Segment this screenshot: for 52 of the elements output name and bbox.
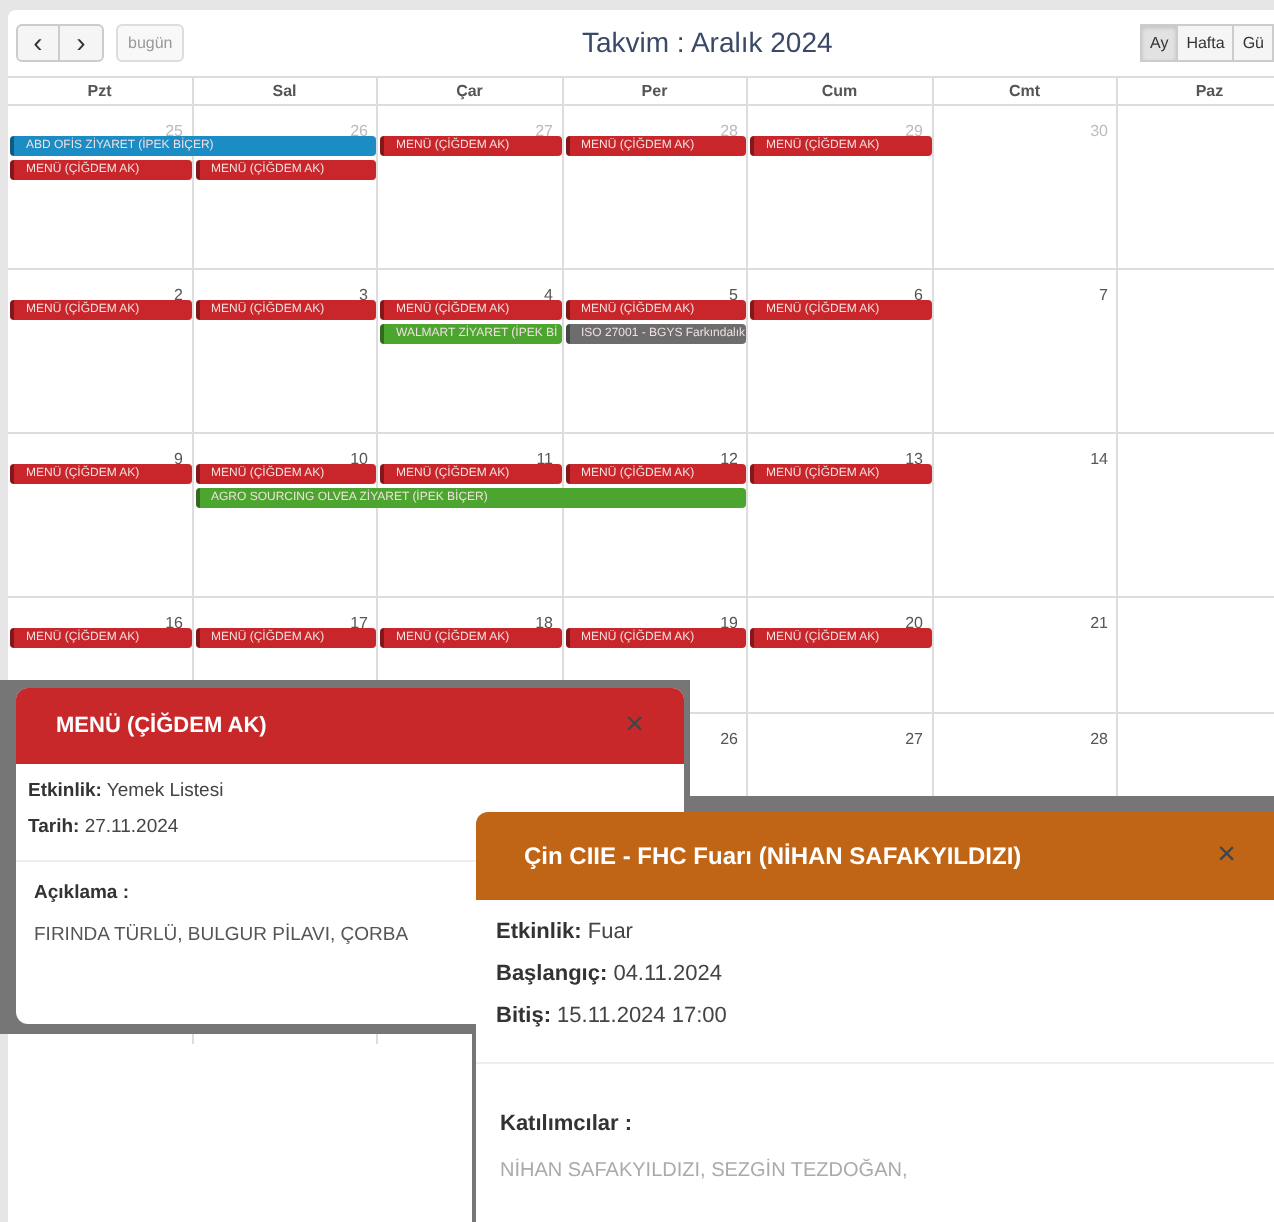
day-number: 17 [350, 614, 368, 632]
day-number: 26 [350, 122, 368, 140]
calendar-title: Takvim : Aralık 2024 [581, 26, 833, 58]
day-number: 19 [720, 614, 738, 632]
day-number: 6 [914, 286, 923, 304]
field-text: Bitiş: 15.11.2024 17:00 [496, 1004, 729, 1028]
day-number: 25 [165, 122, 183, 140]
day-number: 16 [165, 614, 183, 632]
view-tab[interactable]: Hafta [1176, 23, 1235, 61]
field-text: Etkinlik: Yemek Listesi [28, 780, 226, 802]
close-button[interactable]: × [1217, 840, 1236, 872]
section-text: NİHAN SAFAKYILDIZI, SEZGİN TEZDOĞAN, [500, 1160, 908, 1182]
field-text: Tarih: 27.11.2024 [28, 816, 181, 838]
field-text: Başlangıç: 04.11.2024 [496, 962, 724, 986]
view-tab[interactable]: Ay [1140, 23, 1179, 61]
weekday-header: Çar [378, 78, 563, 104]
day-number: 29 [905, 122, 923, 140]
day-number: 11 [536, 450, 553, 468]
weekday-header: Cum [748, 78, 933, 104]
day-number: 21 [1090, 614, 1108, 632]
day-number: 26 [720, 730, 738, 748]
previous-button[interactable]: ‹ [16, 23, 60, 61]
weekday-header: Cmt [933, 78, 1118, 104]
weekday-header: Pzt [8, 78, 193, 104]
day-number: 27 [535, 122, 553, 140]
day-number: 2 [174, 286, 183, 304]
next-button[interactable]: › [60, 23, 104, 61]
day-number: 10 [350, 450, 368, 468]
weekday-header: Per [563, 78, 748, 104]
day-number: 4 [544, 286, 553, 304]
day-number: 14 [1090, 450, 1108, 468]
day-number: 12 [720, 450, 738, 468]
day-number: 20 [905, 614, 923, 632]
section-heading: Katılımcılar : [500, 1112, 635, 1136]
section-heading: Açıklama : [34, 882, 132, 904]
day-number: 5 [729, 286, 738, 304]
day-number: 18 [535, 614, 553, 632]
day-number: 27 [905, 730, 923, 748]
day-number: 9 [174, 450, 183, 468]
day-number: 28 [1090, 730, 1108, 748]
section-text: FIRINDA TÜRLÜ, BULGUR PİLAVI, ÇORBA [34, 924, 409, 946]
day-number: 30 [1090, 122, 1108, 140]
weekday-header: Paz [1118, 78, 1274, 104]
view-tab[interactable]: Gü [1232, 23, 1274, 61]
day-number: 3 [359, 286, 368, 304]
dialog-title: Çin CIIE - FHC Fuarı (NİHAN SAFAKYILDIZI) [524, 842, 1024, 870]
weekday-header: Sal [193, 78, 378, 104]
dialog-title: MENÜ (ÇİĞDEM AK) [56, 714, 269, 738]
day-number: 7 [1099, 286, 1108, 304]
day-number: 13 [905, 450, 923, 468]
field-text: Etkinlik: Fuar [496, 920, 635, 944]
day-number: 28 [720, 122, 738, 140]
